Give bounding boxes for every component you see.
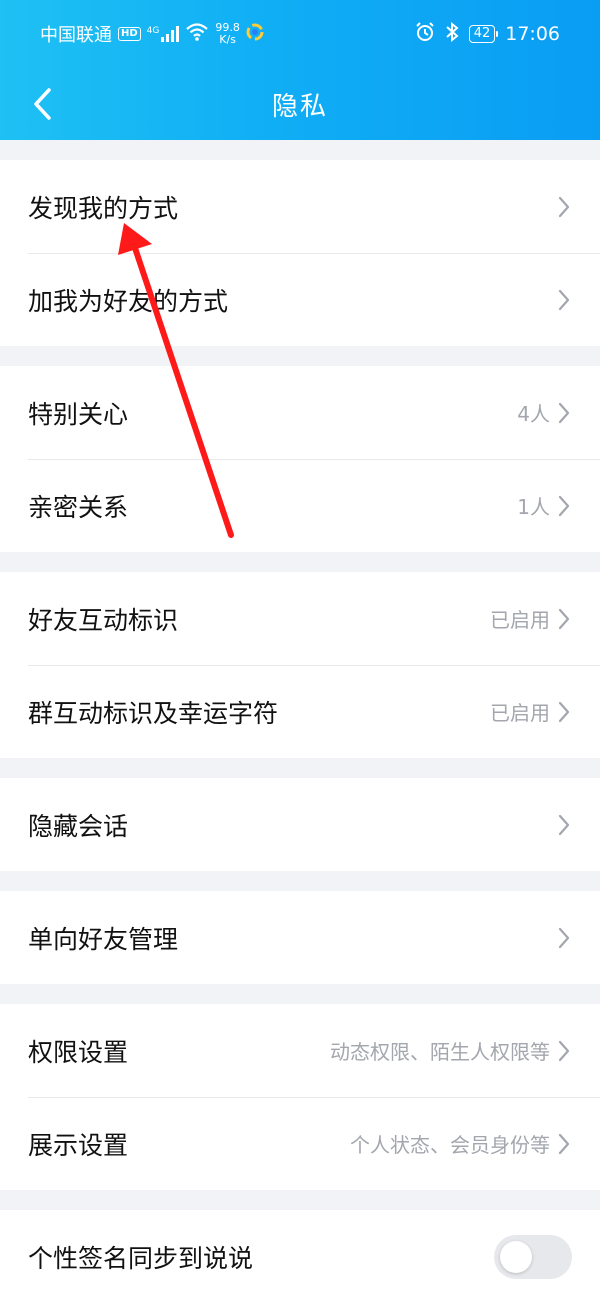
row-value: 已启用 [490,701,550,725]
settings-group-relations: 特别关心 4人 亲密关系 1人 [0,366,600,552]
chevron-right-icon [556,494,572,518]
alarm-icon [415,21,435,47]
settings-group-oneway: 单向好友管理 [0,891,600,984]
row-add-friend-method[interactable]: 加我为好友的方式 [0,253,600,346]
toggle-knob [500,1240,532,1273]
chevron-right-icon [556,288,572,312]
row-special-care[interactable]: 特别关心 4人 [0,366,600,459]
chevron-left-icon [34,88,51,120]
status-bar: 中国联通 HD 4G 99.8 K/s 42 17:06 [0,0,600,68]
settings-group-discovery: 发现我的方式 加我为好友的方式 [0,160,600,346]
chevron-right-icon [556,401,572,425]
nav-bar: 隐私 [0,68,600,140]
settings-group-hidden-chat: 隐藏会话 [0,778,600,871]
app-header: 中国联通 HD 4G 99.8 K/s 42 17:06 隐私 [0,0,600,140]
row-label: 展示设置 [28,1130,129,1160]
app-notification-icon [246,23,264,46]
carrier-name: 中国联通 [40,25,112,46]
row-label: 隐藏会话 [28,811,129,841]
page-title: 隐私 [271,91,328,122]
hd-badge: HD [118,27,141,41]
signature-sync-toggle[interactable] [494,1234,572,1279]
wifi-icon [185,22,209,46]
speed-unit: K/s [219,33,236,46]
status-time: 17:06 [505,23,560,45]
chevron-right-icon [556,1132,572,1156]
row-find-me[interactable]: 发现我的方式 [0,160,600,253]
row-signature-sync: 个性签名同步到说说 [0,1210,600,1300]
settings-group-interaction: 好友互动标识 已启用 群互动标识及幸运字符 已启用 [0,572,600,758]
chevron-right-icon [556,700,572,724]
row-group-interaction-mark[interactable]: 群互动标识及幸运字符 已启用 [0,665,600,758]
back-button[interactable] [22,80,62,128]
row-label: 好友互动标识 [28,605,179,635]
row-value: 1人 [517,495,550,519]
chevron-right-icon [556,195,572,219]
chevron-right-icon [556,607,572,631]
settings-group-signature: 个性签名同步到说说 [0,1210,600,1300]
row-label: 特别关心 [28,399,129,429]
row-permission-settings[interactable]: 权限设置 动态权限、陌生人权限等 [0,1004,600,1097]
row-intimate-relation[interactable]: 亲密关系 1人 [0,459,600,552]
row-value: 4人 [517,402,550,426]
row-value: 已启用 [490,608,550,632]
row-label: 发现我的方式 [28,193,179,223]
bluetooth-icon [445,21,459,47]
settings-list: 发现我的方式 加我为好友的方式 特别关心 4人 亲密关系 1人 好友互动标识 已… [0,140,600,1300]
battery-icon: 42 [468,25,498,43]
chevron-right-icon [556,1039,572,1063]
signal-type: 4G [146,26,160,36]
row-value: 动态权限、陌生人权限等 [330,1040,550,1064]
chevron-right-icon [556,926,572,950]
row-value: 个人状态、会员身份等 [350,1133,550,1157]
row-friend-interaction-mark[interactable]: 好友互动标识 已启用 [0,572,600,665]
network-speed: 99.8 K/s [215,22,240,46]
settings-group-permissions: 权限设置 动态权限、陌生人权限等 展示设置 个人状态、会员身份等 [0,1004,600,1190]
row-label: 加我为好友的方式 [28,286,229,316]
row-display-settings[interactable]: 展示设置 个人状态、会员身份等 [0,1097,600,1190]
row-one-way-friends[interactable]: 单向好友管理 [0,891,600,984]
signal-icon: 4G [147,26,180,42]
chevron-right-icon [556,813,572,837]
row-hidden-chats[interactable]: 隐藏会话 [0,778,600,871]
row-label: 单向好友管理 [28,924,179,954]
row-label: 权限设置 [28,1037,129,1067]
row-label: 亲密关系 [28,492,129,522]
row-label: 群互动标识及幸运字符 [28,698,279,728]
row-label: 个性签名同步到说说 [28,1243,254,1273]
